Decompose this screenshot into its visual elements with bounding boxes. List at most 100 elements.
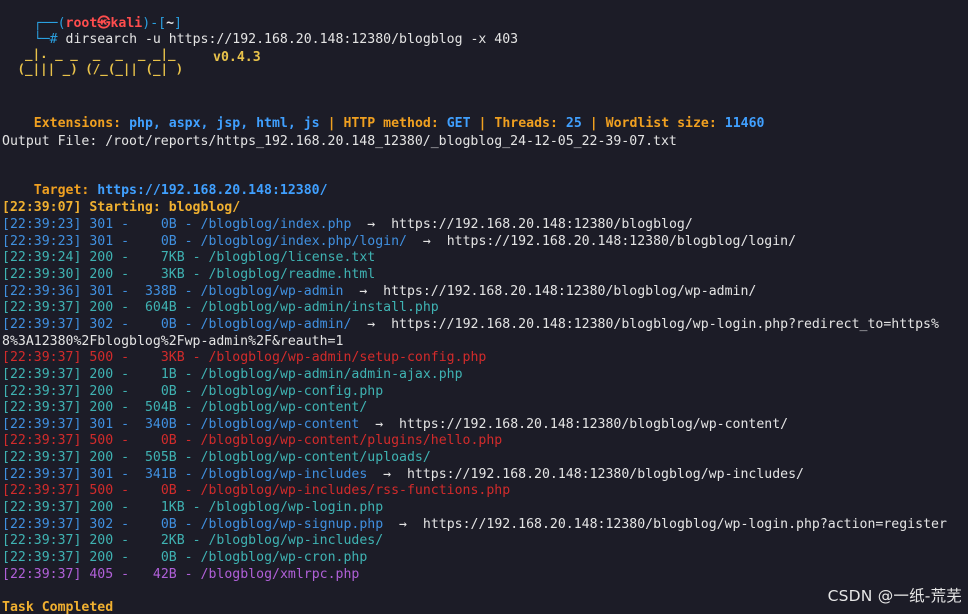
result-status-code: 200 [89, 383, 114, 399]
target-label: Target: [33, 183, 90, 198]
extensions-label: Extensions: [33, 116, 122, 131]
result-redirect-url: https://192.168.20.148:12380/blogblog/lo… [446, 233, 797, 249]
threads-value: 25 [565, 116, 582, 131]
result-entry: [22:39:37] 200 - 604B - /blogblog/wp-adm… [2, 300, 439, 316]
result-size: 0B [137, 433, 177, 449]
result-row: [22:39:37] 405 - 42B - /blogblog/xmlrpc.… [2, 567, 359, 583]
redirect-arrow-icon: → [343, 283, 384, 299]
result-entry: [22:39:37] 500 - 0B - /blogblog/wp-inclu… [2, 483, 511, 499]
result-entry: [22:39:37] 200 - 1B - /blogblog/wp-admin… [2, 366, 463, 382]
result-time: [22:39:37] [2, 500, 82, 516]
result-path: /blogblog/readme.html [208, 266, 376, 282]
result-path: /blogblog/wp-content/plugins/hello.php [200, 433, 503, 449]
result-size: 3KB [137, 266, 185, 282]
prompt-line-2: └─# dirsearch -u https://192.168.20.148:… [2, 16, 518, 47]
result-size: 340B [137, 416, 177, 432]
result-status-code: 200 [89, 500, 114, 516]
result-redirect-url: https://192.168.20.148:12380/blogblog/wp… [422, 516, 947, 532]
result-row: [22:39:37] 301 - 341B - /blogblog/wp-inc… [2, 467, 804, 483]
result-path: /blogblog/index.php/login/ [200, 233, 407, 249]
result-entry: [22:39:37] 500 - 3KB - /blogblog/wp-admi… [2, 350, 487, 366]
wordlist-label: Wordlist size: [605, 116, 717, 131]
result-time: [22:39:24] [2, 250, 82, 266]
result-size: 42B [137, 566, 177, 582]
result-row: 8%3A12380%2Fblogblog%2Fwp-admin%2F&reaut… [2, 334, 343, 350]
result-row: [22:39:37] 500 - 0B - /blogblog/wp-inclu… [2, 483, 510, 499]
result-redirect-url: https://192.168.20.148:12380/blogblog/wp… [391, 316, 939, 332]
result-row: [22:39:30] 200 - 3KB - /blogblog/readme.… [2, 267, 375, 283]
result-row: [22:39:37] 200 - 0B - /blogblog/wp-cron.… [2, 550, 367, 566]
result-size: 0B [137, 316, 177, 332]
result-path: /blogblog/wp-content/uploads/ [200, 450, 431, 466]
result-size: 0B [137, 550, 177, 565]
result-size: 504B [137, 400, 177, 416]
result-row: [22:39:37] 200 - 2KB - /blogblog/wp-incl… [2, 533, 383, 549]
result-entry: [22:39:37] 200 - 2KB - /blogblog/wp-incl… [2, 533, 384, 549]
result-row: [22:39:37] 500 - 3KB - /blogblog/wp-admi… [2, 350, 486, 366]
result-status-code: 500 [89, 350, 114, 366]
result-time: [22:39:37] [2, 350, 82, 366]
extensions-value: php, aspx, jsp, html, js [129, 116, 320, 131]
prompt-arrow: └─# [33, 32, 58, 47]
result-time: [22:39:37] [2, 416, 82, 432]
result-size: 0B [137, 516, 177, 532]
result-redirect-url: https://192.168.20.148:12380/blogblog/wp… [383, 283, 757, 299]
result-row: [22:39:37] 200 - 0B - /blogblog/wp-confi… [2, 384, 383, 400]
redirect-arrow-icon: → [383, 516, 423, 532]
prompt-line-1: ┌──(root㉿kali)-[~] [2, 0, 182, 31]
result-time: [22:39:37] [2, 533, 82, 549]
result-row: [22:39:37] 200 - 504B - /blogblog/wp-con… [2, 400, 367, 416]
result-path: /blogblog/wp-includes [200, 466, 368, 482]
result-size: 604B [137, 300, 177, 316]
threads-label: Threads: [494, 116, 558, 131]
config-sep-3: | [589, 116, 598, 131]
result-row: [22:39:23] 301 - 0B - /blogblog/index.ph… [2, 217, 693, 233]
result-size: 0B [137, 383, 177, 399]
result-entry: [22:39:23] 301 - 0B - /blogblog/index.ph… [2, 217, 352, 232]
result-entry: [22:39:37] 200 - 1KB - /blogblog/wp-logi… [2, 500, 384, 516]
result-status-code: 302 [89, 516, 114, 532]
result-entry: [22:39:37] 200 - 504B - /blogblog/wp-con… [2, 400, 368, 416]
result-entry: [22:39:37] 200 - 0B - /blogblog/wp-cron.… [2, 550, 368, 565]
result-entry: [22:39:37] 302 - 0B - /blogblog/wp-admin… [2, 316, 352, 332]
result-status-code: 200 [89, 550, 114, 565]
result-status-code: 405 [89, 566, 114, 582]
result-path: /blogblog/wp-admin/admin-ajax.php [200, 366, 463, 382]
result-entry: [22:39:37] 302 - 0B - /blogblog/wp-signu… [2, 516, 384, 532]
result-entry: [22:39:37] 200 - 505B - /blogblog/wp-con… [2, 450, 431, 466]
result-row: [22:39:37] 200 - 1KB - /blogblog/wp-logi… [2, 500, 383, 516]
result-path: /blogblog/wp-admin/ [200, 316, 352, 332]
result-time: [22:39:23] [2, 233, 82, 249]
dirsearch-banner-art: _|. _ _ _ _ _ _|_ (_||| _) (/_(_|| (_| ) [17, 46, 184, 76]
result-redirect-url: https://192.168.20.148:12380/blogblog/wp… [399, 416, 789, 432]
result-status-code: 200 [89, 400, 114, 416]
result-row: [22:39:37] 302 - 0B - /blogblog/wp-admin… [2, 317, 939, 333]
result-entry: [22:39:24] 200 - 7KB - /blogblog/license… [2, 250, 376, 266]
result-time: [22:39:37] [2, 366, 82, 382]
result-status-code: 200 [89, 250, 114, 266]
result-status-code: 301 [89, 233, 114, 249]
config-line: Extensions: php, aspx, jsp, html, js | H… [2, 100, 765, 131]
result-row: [22:39:37] 500 - 0B - /blogblog/wp-conte… [2, 433, 502, 449]
redirect-continuation: 8%3A12380%2Fblogblog%2Fwp-admin%2F&reaut… [2, 333, 344, 349]
result-path: /blogblog/wp-includes/rss-functions.php [200, 483, 511, 499]
result-status-code: 200 [89, 450, 114, 466]
result-time: [22:39:37] [2, 433, 82, 449]
result-size: 7KB [137, 250, 185, 266]
banner-version: v0.4.3 [213, 50, 261, 65]
result-path: /blogblog/wp-content [200, 416, 360, 432]
result-row: [22:39:36] 301 - 338B - /blogblog/wp-adm… [2, 284, 756, 300]
csdn-watermark: CSDN @一纸-荒芜 [827, 587, 962, 605]
result-path: /blogblog/wp-admin/setup-config.php [208, 350, 487, 366]
result-path: /blogblog/wp-content/ [200, 400, 368, 416]
result-size: 3KB [137, 350, 185, 366]
result-entry: [22:39:30] 200 - 3KB - /blogblog/readme.… [2, 266, 376, 282]
result-row: [22:39:23] 301 - 0B - /blogblog/index.ph… [2, 234, 796, 250]
result-time: [22:39:37] [2, 516, 82, 532]
result-time: [22:39:30] [2, 266, 82, 282]
command-text: dirsearch -u https://192.168.20.148:1238… [65, 32, 519, 47]
result-time: [22:39:37] [2, 550, 82, 565]
result-size: 341B [137, 466, 177, 482]
result-row: [22:39:37] 200 - 604B - /blogblog/wp-adm… [2, 300, 439, 316]
terminal-window[interactable]: ┌──(root㉿kali)-[~] └─# dirsearch -u http… [2, 0, 968, 614]
